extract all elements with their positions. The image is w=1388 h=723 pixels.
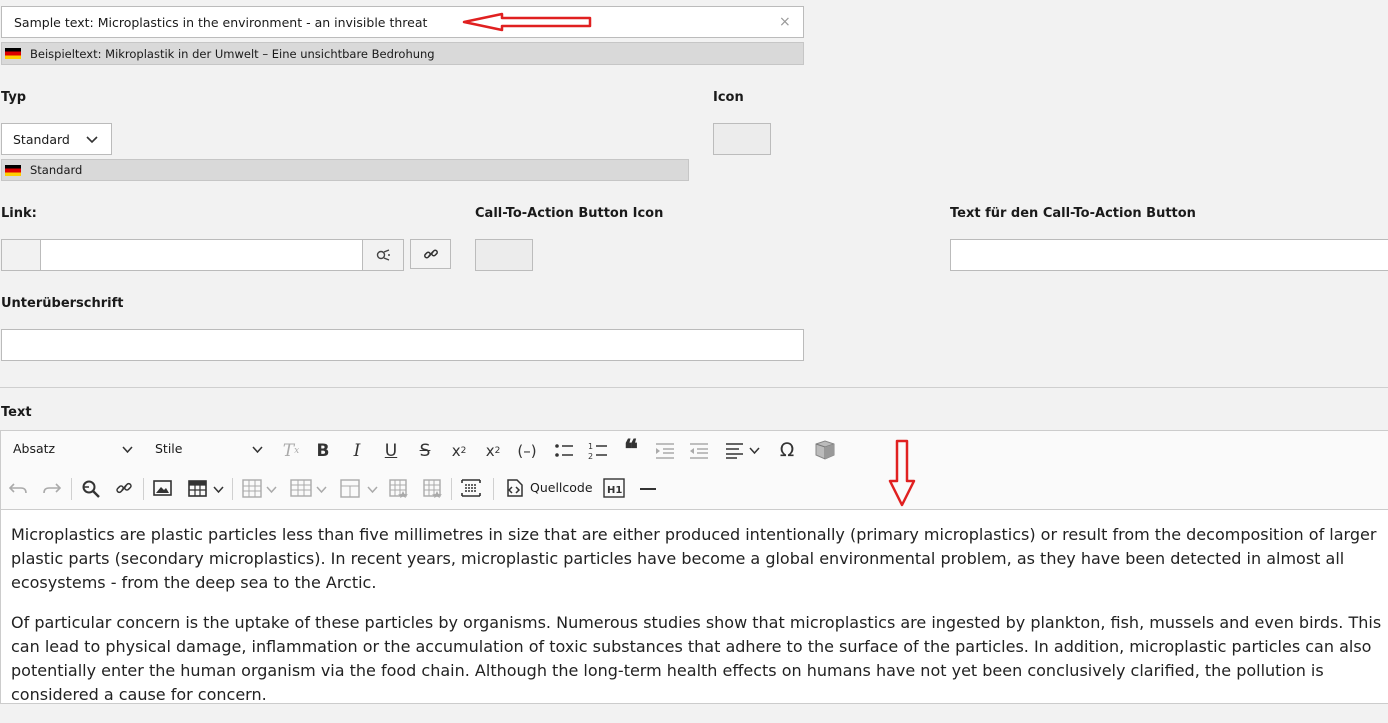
toolbar-separator xyxy=(232,478,233,500)
subheading-label: Unterüberschrift xyxy=(1,296,124,311)
chevron-down-icon[interactable] xyxy=(213,486,224,494)
subheading-input[interactable] xyxy=(1,329,804,361)
typ-select-value: Standard xyxy=(13,131,70,147)
blockquote-icon[interactable]: ❝ xyxy=(620,435,642,465)
chevron-down-icon xyxy=(122,446,133,454)
image-icon[interactable] xyxy=(153,480,172,496)
format-dropdown-value: Absatz xyxy=(13,441,56,456)
link-options-button[interactable] xyxy=(362,239,404,271)
table-icon[interactable] xyxy=(188,480,207,497)
title-input[interactable]: Sample text: Microplastics in the enviro… xyxy=(1,6,804,38)
annotation-arrow-left-icon xyxy=(462,12,592,32)
toolbar-separator xyxy=(71,478,72,500)
chevron-down-icon[interactable] xyxy=(749,447,760,455)
link-label: Link: xyxy=(1,206,37,221)
source-code-label[interactable]: Quellcode xyxy=(530,480,593,495)
remove-format-icon[interactable]: Tx xyxy=(280,440,302,462)
link-input[interactable] xyxy=(40,239,363,271)
indent-icon[interactable] xyxy=(655,442,675,460)
chevron-down-icon xyxy=(86,136,98,144)
icon-label: Icon xyxy=(713,90,744,105)
format-dropdown[interactable]: Absatz xyxy=(13,441,135,459)
table-properties-icon[interactable] xyxy=(389,479,409,498)
svg-text:2: 2 xyxy=(588,452,593,461)
cta-icon-label: Call-To-Action Button Icon xyxy=(475,206,664,221)
source-code-icon[interactable] xyxy=(504,478,524,498)
typ-select[interactable]: Standard xyxy=(1,123,112,155)
cta-text-label: Text für den Call-To-Action Button xyxy=(950,206,1196,221)
redo-icon[interactable] xyxy=(43,480,61,496)
merge-cells-icon[interactable] xyxy=(340,479,360,498)
horizontal-line-icon[interactable] xyxy=(640,488,656,490)
italic-icon[interactable]: I xyxy=(346,440,368,462)
subscript-icon[interactable]: x2 xyxy=(448,440,470,462)
undo-icon[interactable] xyxy=(9,480,27,496)
german-flag-icon xyxy=(5,164,21,176)
chevron-down-icon xyxy=(252,446,263,454)
numbered-list-icon[interactable]: 12 xyxy=(588,441,608,461)
title-translation-text: Beispieltext: Mikroplastik in der Umwelt… xyxy=(30,46,435,61)
bulleted-list-icon[interactable] xyxy=(554,442,574,460)
link-prefix xyxy=(1,239,41,271)
link-icon[interactable] xyxy=(115,479,133,497)
typ-translation-text: Standard xyxy=(30,163,83,177)
link-browser-button[interactable] xyxy=(410,239,451,269)
underline-icon[interactable]: U xyxy=(380,440,402,462)
table-column-icon[interactable] xyxy=(242,479,262,498)
icon-picker[interactable] xyxy=(713,123,771,155)
toolbar-separator xyxy=(143,478,144,500)
select-all-icon[interactable] xyxy=(460,478,482,498)
annotation-arrow-down-icon xyxy=(888,439,916,507)
chevron-down-icon[interactable] xyxy=(367,486,378,494)
cta-icon-picker[interactable] xyxy=(475,239,533,271)
chevron-down-icon[interactable] xyxy=(316,486,327,494)
cta-text-input[interactable] xyxy=(950,239,1388,271)
clear-icon[interactable]: × xyxy=(779,14,791,30)
align-icon[interactable] xyxy=(725,442,745,460)
section-divider xyxy=(0,387,1388,388)
superscript-icon[interactable]: x2 xyxy=(482,440,504,462)
toolbar-separator xyxy=(493,478,494,500)
heading-icon[interactable]: H1 xyxy=(603,478,625,498)
cube-icon[interactable] xyxy=(814,439,836,461)
typ-label: Typ xyxy=(1,90,27,105)
cell-properties-icon[interactable] xyxy=(423,479,443,498)
german-flag-icon xyxy=(5,48,21,59)
styles-dropdown-value: Stile xyxy=(155,441,183,456)
special-characters-icon[interactable]: Ω xyxy=(776,439,798,461)
text-label: Text xyxy=(1,405,32,420)
title-input-value: Sample text: Microplastics in the enviro… xyxy=(14,15,428,30)
svg-text:H1: H1 xyxy=(607,485,622,496)
bold-icon[interactable]: B xyxy=(312,440,334,462)
typ-translation: Standard xyxy=(1,159,689,181)
editor-content[interactable]: Microplastics are plastic particles less… xyxy=(11,523,1388,723)
outdent-icon[interactable] xyxy=(689,442,709,460)
find-replace-icon[interactable] xyxy=(81,479,101,499)
table-row-icon[interactable] xyxy=(290,479,312,497)
content-paragraph: Of particular concern is the uptake of t… xyxy=(11,613,1382,704)
link-icon xyxy=(423,249,438,259)
styles-dropdown[interactable]: Stile xyxy=(155,441,265,459)
chevron-down-icon[interactable] xyxy=(266,486,277,494)
strikethrough-icon[interactable]: S xyxy=(414,440,436,462)
link-settings-icon xyxy=(376,249,390,261)
soft-hyphen-icon[interactable]: (–) xyxy=(514,440,540,462)
title-translation: Beispieltext: Mikroplastik in der Umwelt… xyxy=(1,42,804,65)
content-paragraph: Microplastics are plastic particles less… xyxy=(11,525,1377,592)
svg-text:1: 1 xyxy=(588,442,593,451)
toolbar-separator xyxy=(451,478,452,500)
